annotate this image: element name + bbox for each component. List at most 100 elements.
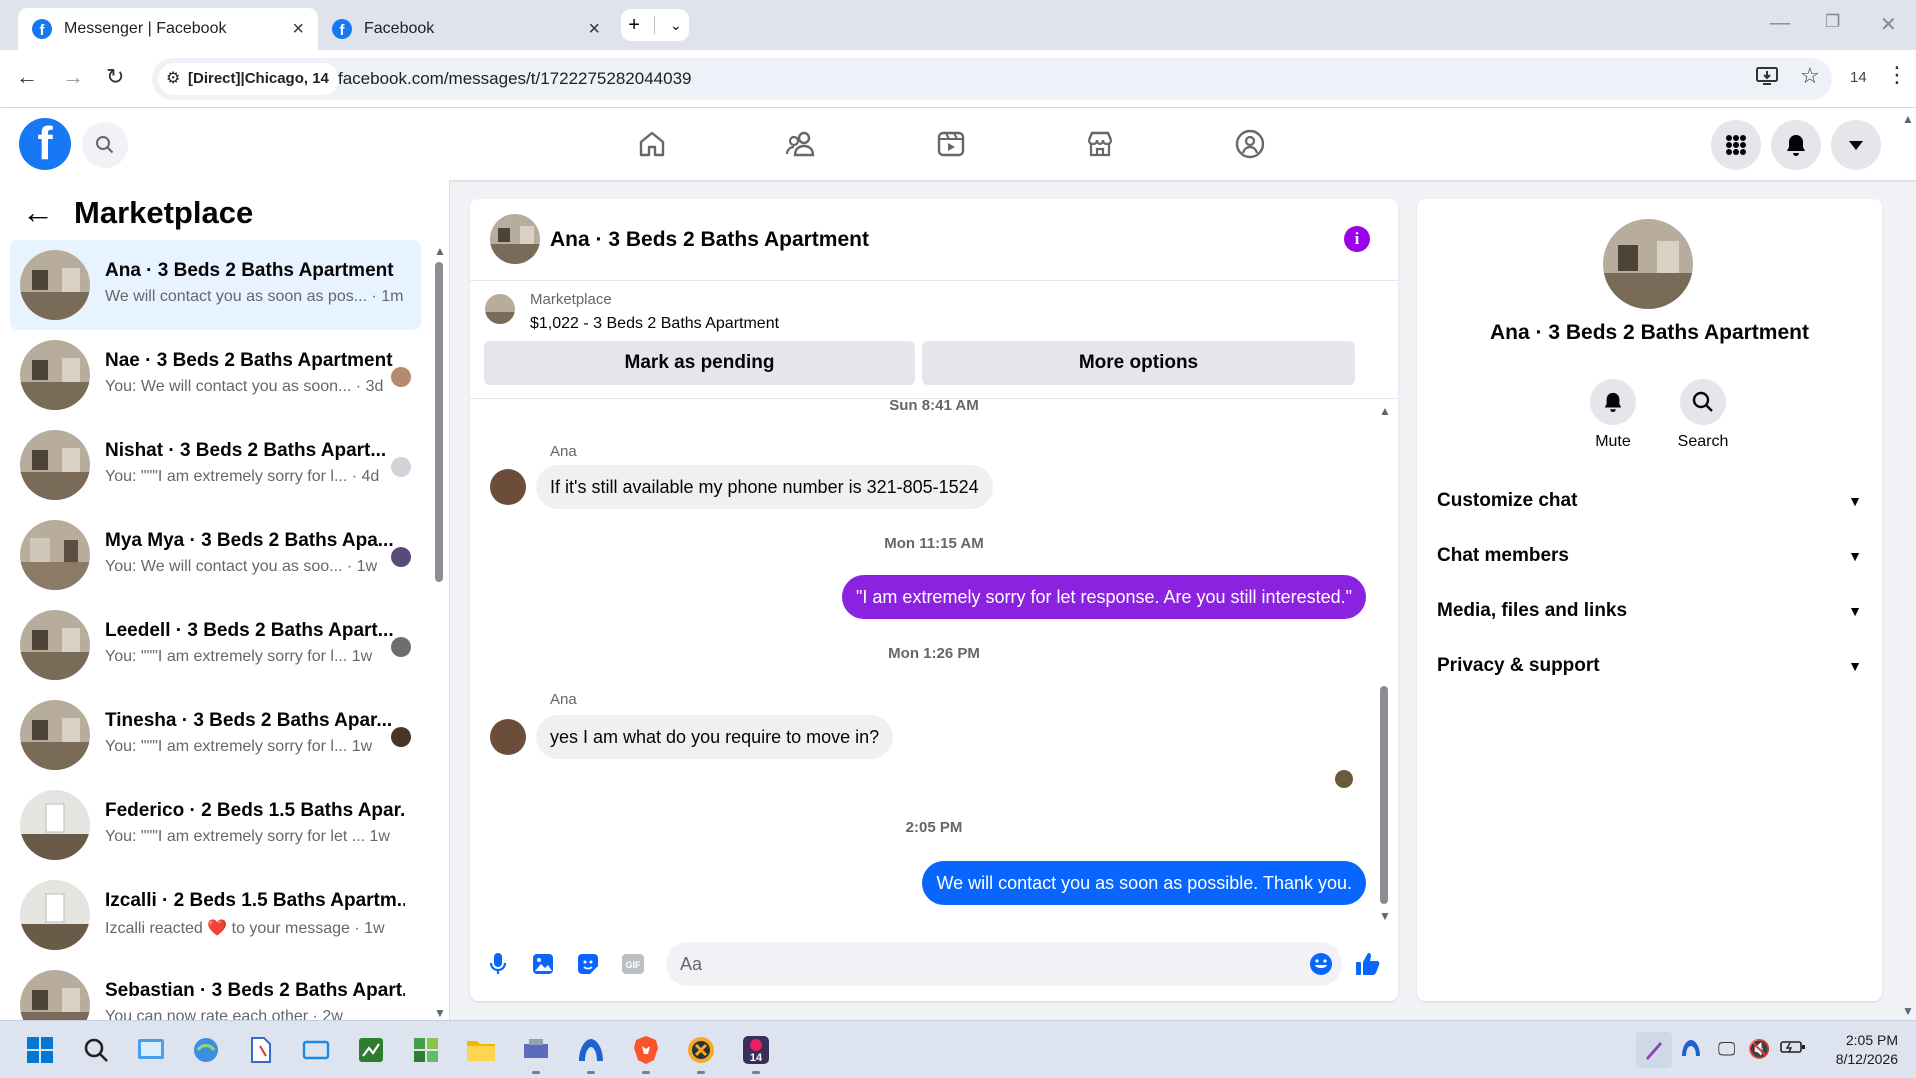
tab-close-icon[interactable]: × [292, 18, 304, 41]
install-app-icon[interactable] [1756, 66, 1778, 92]
conversation-name: Ana · 3 Beds 2 Baths Apartment [1490, 321, 1809, 344]
app-icon[interactable] [686, 1035, 716, 1065]
address-bar[interactable]: ⚙ [Direct]|Chicago, 14 facebook.com/mess… [152, 58, 1832, 100]
taskbar-search-icon[interactable] [81, 1035, 111, 1065]
search-in-conversation-button[interactable]: Search [1663, 379, 1743, 451]
facebook-header: f [0, 108, 1916, 180]
back-icon[interactable]: ← [16, 64, 38, 90]
home-nav-icon[interactable] [629, 122, 675, 166]
app-icon[interactable] [576, 1035, 606, 1065]
listing-price-title[interactable]: $1,022 - 3 Beds 2 Baths Apartment [530, 315, 779, 333]
app-icon[interactable] [411, 1035, 441, 1065]
reload-icon[interactable]: ↻ [106, 64, 124, 90]
customize-chat-section[interactable]: Customize chat ▼ [1437, 481, 1862, 521]
conversation-item[interactable]: Federico · 2 Beds 1.5 Baths Apar... You:… [10, 780, 421, 870]
friends-nav-icon[interactable] [778, 122, 824, 166]
tab-facebook[interactable]: f Facebook × [318, 8, 614, 50]
tab-close-icon[interactable]: × [588, 18, 600, 41]
browser-menu-icon[interactable]: ⋮ [1886, 62, 1908, 88]
conversation-snippet: You: We will contact you as soon... · 3d [105, 378, 384, 395]
facebook-search-button[interactable] [82, 122, 128, 168]
notifications-button[interactable] [1771, 120, 1821, 170]
app-icon[interactable] [356, 1035, 386, 1065]
sender-avatar[interactable] [490, 469, 526, 505]
conversation-item[interactable]: Leedell · 3 Beds 2 Baths Apart... You: "… [10, 600, 421, 690]
tab-search-chevron-icon[interactable]: ⌄ [670, 17, 682, 34]
outgoing-message[interactable]: We will contact you as soon as possible.… [922, 861, 1366, 905]
file-explorer-icon[interactable] [466, 1035, 496, 1065]
conversation-item[interactable]: Izcalli · 2 Beds 1.5 Baths Apartm... Izc… [10, 870, 421, 960]
gif-icon[interactable]: GIF [619, 950, 647, 978]
app-icon[interactable] [191, 1035, 221, 1065]
system-clock[interactable]: 2:05 PM 8/12/2026 [1820, 1031, 1898, 1069]
account-menu-button[interactable] [1831, 120, 1881, 170]
conversation-item[interactable]: Nishat · 3 Beds 2 Baths Apart... You: ""… [10, 420, 421, 510]
outgoing-message[interactable]: "I am extremely sorry for let response. … [842, 575, 1366, 619]
chat-panel: Ana · 3 Beds 2 Baths Apartment i Marketp… [470, 199, 1398, 1001]
chat-header: Ana · 3 Beds 2 Baths Apartment i [470, 199, 1398, 281]
mark-as-pending-button[interactable]: Mark as pending [484, 341, 915, 385]
more-options-button[interactable]: More options [922, 341, 1355, 385]
page-scroll-down-icon[interactable]: ▼ [1902, 1004, 1914, 1018]
conversation-item[interactable]: Sebastian · 3 Beds 2 Baths Apart... You … [10, 960, 421, 1020]
bookmark-star-icon[interactable]: ☆ [1800, 63, 1820, 89]
extension-badge[interactable]: 14 [1850, 69, 1867, 86]
url-text[interactable]: facebook.com/messages/t/1722275282044039 [338, 69, 691, 89]
restore-icon[interactable]: ❐ [1825, 12, 1840, 32]
chat-title[interactable]: Ana · 3 Beds 2 Baths Apartment [550, 228, 869, 252]
incoming-message[interactable]: If it's still available my phone number … [536, 465, 993, 509]
groups-nav-icon[interactable] [1227, 122, 1273, 166]
sidebar-scrollbar[interactable] [435, 262, 443, 582]
chat-scrollbar[interactable] [1380, 686, 1388, 904]
sticker-icon[interactable] [574, 950, 602, 978]
minimize-icon[interactable]: — [1770, 12, 1790, 35]
photo-icon[interactable] [529, 950, 557, 978]
volume-muted-icon[interactable]: 🔇 [1748, 1039, 1770, 1060]
window-close-icon[interactable]: ✕ [1880, 12, 1897, 37]
facebook-logo-icon[interactable]: f [19, 118, 71, 170]
app-icon[interactable] [521, 1035, 551, 1065]
back-arrow-icon[interactable]: ← [22, 194, 54, 231]
display-icon[interactable]: 🖵 [1718, 1039, 1735, 1060]
forward-icon[interactable]: → [62, 64, 84, 90]
battery-icon[interactable] [1780, 1039, 1806, 1060]
message-input[interactable] [666, 942, 1342, 986]
conversation-item[interactable]: Nae · 3 Beds 2 Baths Apartment You: We w… [10, 330, 421, 420]
pen-icon[interactable] [1636, 1032, 1672, 1068]
media-files-links-section[interactable]: Media, files and links ▼ [1437, 591, 1862, 631]
chat-avatar[interactable] [490, 214, 540, 264]
scroll-up-arrow-icon[interactable]: ▲ [1379, 404, 1391, 418]
scroll-down-arrow-icon[interactable]: ▼ [434, 1006, 446, 1020]
app-icon[interactable] [301, 1035, 331, 1065]
app-icon[interactable] [246, 1035, 276, 1065]
tab-messenger[interactable]: f Messenger | Facebook × [18, 8, 318, 50]
windows-start-icon[interactable] [25, 1035, 55, 1065]
thumbs-up-icon[interactable] [1354, 950, 1382, 978]
sender-avatar[interactable] [490, 719, 526, 755]
app-icon[interactable]: 14 [741, 1035, 771, 1065]
scroll-up-arrow-icon[interactable]: ▲ [434, 244, 446, 258]
watch-nav-icon[interactable] [928, 122, 974, 166]
microphone-icon[interactable] [484, 950, 512, 978]
emoji-icon[interactable] [1307, 950, 1335, 978]
mute-button[interactable]: Mute [1573, 379, 1653, 451]
conversation-item[interactable]: Ana · 3 Beds 2 Baths Apartment We will c… [10, 240, 421, 330]
menu-grid-button[interactable] [1711, 120, 1761, 170]
clock-date: 8/12/2026 [1835, 1051, 1898, 1067]
conversation-item[interactable]: Tinesha · 3 Beds 2 Baths Apar... You: ""… [10, 690, 421, 780]
site-info-chip[interactable]: ⚙ [Direct]|Chicago, 14 [158, 63, 339, 95]
conversation-avatar[interactable] [1603, 219, 1693, 309]
new-tab-button[interactable]: + [628, 14, 640, 37]
chat-members-section[interactable]: Chat members ▼ [1437, 536, 1862, 576]
network-app-icon[interactable] [1680, 1039, 1702, 1062]
conversation-item[interactable]: Mya Mya · 3 Beds 2 Baths Apa... You: We … [10, 510, 421, 600]
marketplace-nav-icon[interactable] [1077, 122, 1123, 166]
privacy-support-section[interactable]: Privacy & support ▼ [1437, 646, 1862, 686]
scroll-down-arrow-icon[interactable]: ▼ [1379, 909, 1391, 923]
svg-text:GIF: GIF [626, 960, 642, 970]
page-scroll-up-icon[interactable]: ▲ [1902, 112, 1914, 126]
conversation-info-icon[interactable]: i [1344, 226, 1370, 252]
brave-browser-icon[interactable] [631, 1035, 661, 1065]
app-icon[interactable] [136, 1035, 166, 1065]
incoming-message[interactable]: yes I am what do you require to move in? [536, 715, 894, 759]
